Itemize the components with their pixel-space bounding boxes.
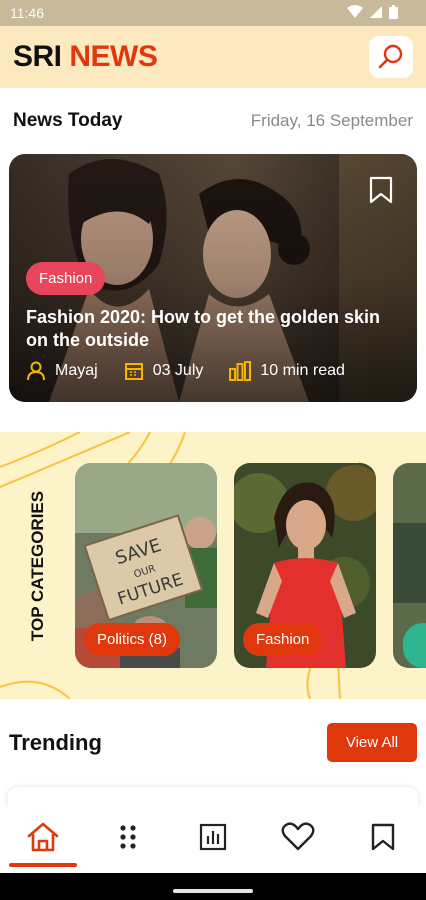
system-navigation-bar [0, 873, 426, 900]
section-label: TOP CATEGORIES [28, 490, 47, 642]
trending-title: Trending [9, 730, 102, 755]
stats-icon [229, 361, 252, 381]
category-image [393, 463, 426, 668]
status-icons [347, 5, 398, 19]
heart-icon [281, 822, 315, 851]
search-button[interactable] [369, 36, 413, 78]
nav-home[interactable] [8, 813, 77, 867]
nav-categories[interactable] [98, 813, 158, 861]
status-bar: 11:46 [0, 0, 426, 26]
status-time: 11:46 [10, 5, 44, 21]
article-meta: Mayaj 03 July 10 min read [26, 361, 345, 381]
bookmark-icon [372, 823, 395, 851]
author-name: Mayaj [55, 362, 98, 379]
view-all-button[interactable]: View All [327, 723, 417, 762]
news-today-header: News Today Friday, 16 September [13, 110, 413, 134]
brand-part2: NEWS [69, 40, 158, 73]
bottom-navigation [0, 805, 426, 873]
calendar-icon [124, 363, 143, 380]
category-card-partial[interactable] [393, 463, 426, 668]
app-header: SRI NEWS [0, 26, 426, 88]
publish-date: 03 July [124, 361, 204, 381]
nav-bookmarks[interactable] [353, 813, 413, 861]
article-title: Fashion 2020: How to get the golden skin… [26, 307, 381, 350]
author: Mayaj [26, 361, 98, 381]
chart-icon [199, 823, 227, 851]
bookmark-icon[interactable] [369, 176, 393, 204]
date-text: 03 July [152, 362, 204, 379]
category-tag[interactable]: Fashion [26, 262, 106, 295]
brand-logo: SRI NEWS [13, 40, 158, 74]
user-icon [27, 361, 45, 381]
home-icon [27, 822, 58, 852]
category-card-fashion[interactable]: Fashion [234, 463, 376, 668]
read-time-text: 10 min read [260, 362, 345, 379]
wifi-icon [347, 5, 363, 18]
category-chip: Politics (8) [84, 623, 181, 656]
category-card-politics[interactable]: SAVE OUR FUTURE Politics (8) [75, 463, 217, 668]
search-icon [378, 44, 403, 69]
brand-part1: SRI [13, 40, 62, 73]
section-date: Friday, 16 September [250, 111, 413, 130]
top-categories-section: TOP CATEGORIES SAVE OUR FUTURE Politics … [0, 432, 426, 699]
nav-stats[interactable] [183, 813, 243, 861]
grid-icon [120, 825, 136, 849]
signal-icon [370, 6, 382, 18]
section-title: News Today [13, 110, 123, 131]
category-chip: Fashion [243, 623, 323, 656]
read-time: 10 min read [229, 361, 345, 381]
trending-header: Trending View All [9, 722, 417, 762]
battery-icon [389, 5, 398, 19]
active-indicator [8, 863, 77, 867]
home-handle[interactable] [173, 889, 253, 893]
nav-favorites[interactable] [268, 813, 328, 861]
featured-article-card[interactable]: Fashion Fashion 2020: How to get the gol… [9, 154, 417, 402]
